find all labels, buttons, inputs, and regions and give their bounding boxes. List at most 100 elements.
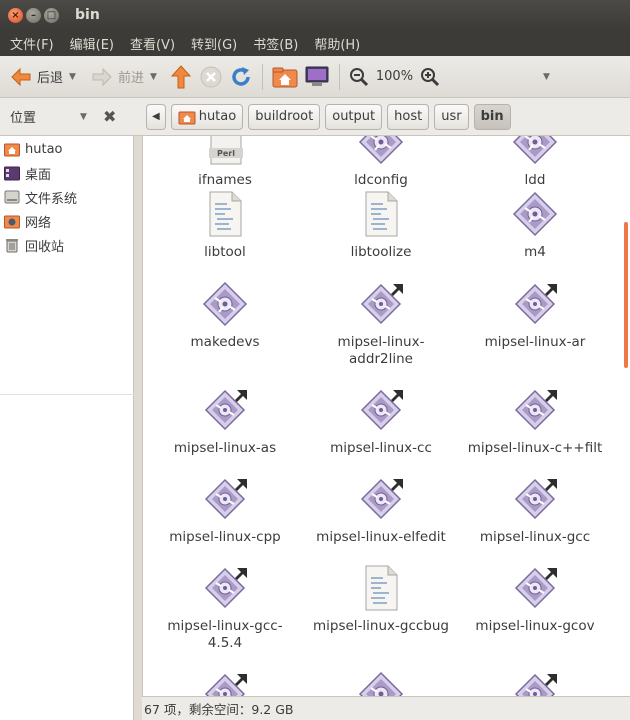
text-script-icon bbox=[357, 564, 405, 612]
menu-bookmarks[interactable]: 书签(B) bbox=[245, 34, 306, 53]
window-title: bin bbox=[75, 7, 100, 23]
sidebar-item-label: 文件系统 bbox=[25, 191, 78, 207]
file-item[interactable]: mipsel-linux-ar bbox=[457, 280, 613, 351]
sidebar-item-label: 网络 bbox=[25, 215, 52, 231]
executable-link-icon bbox=[511, 386, 559, 434]
file-item[interactable] bbox=[303, 670, 459, 696]
crumb-host[interactable]: host bbox=[387, 103, 430, 130]
file-item[interactable]: libtool bbox=[147, 190, 303, 261]
minimize-window-button[interactable]: – bbox=[26, 7, 41, 23]
crumb-usr[interactable]: usr bbox=[434, 103, 469, 130]
sidebar-item-network[interactable]: 网络 bbox=[0, 209, 133, 233]
title-bar: × – □ bin bbox=[0, 0, 630, 30]
path-bar: ◀ hutao buildroot output host usr bin bbox=[136, 98, 630, 136]
file-item[interactable]: mipsel-linux-cpp bbox=[147, 475, 303, 546]
sidebar-item-desktop[interactable]: 桌面 bbox=[0, 161, 133, 185]
home-folder-icon bbox=[4, 143, 20, 157]
crumb-bin[interactable]: bin bbox=[473, 103, 511, 130]
status-bar: 67 项，剩余空间：9.2 GB bbox=[142, 696, 630, 720]
reload-button[interactable] bbox=[226, 61, 256, 93]
toolbar-overflow-chevron-icon[interactable]: ▼ bbox=[543, 72, 550, 82]
back-label: 后退 bbox=[37, 71, 64, 86]
file-item[interactable] bbox=[457, 670, 613, 696]
up-button[interactable] bbox=[166, 61, 196, 93]
file-item[interactable]: mipsel-linux-cc bbox=[303, 386, 459, 457]
menu-help[interactable]: 帮助(H) bbox=[306, 34, 368, 53]
close-window-button[interactable]: × bbox=[8, 7, 23, 23]
menu-bar: 文件(F) 编辑(E) 查看(V) 转到(G) 书签(B) 帮助(H) bbox=[0, 30, 630, 56]
executable-icon bbox=[511, 136, 559, 166]
crumb-buildroot[interactable]: buildroot bbox=[248, 103, 321, 130]
menu-go[interactable]: 转到(G) bbox=[183, 34, 245, 53]
forward-arrow-icon bbox=[92, 67, 112, 86]
executable-icon bbox=[357, 136, 405, 166]
maximize-window-button[interactable]: □ bbox=[44, 7, 59, 23]
chevron-down-icon[interactable]: ▼ bbox=[80, 112, 87, 122]
crumb-home[interactable]: hutao bbox=[170, 103, 244, 130]
file-item[interactable]: Perl ifnames bbox=[147, 136, 303, 189]
file-item[interactable] bbox=[147, 670, 303, 696]
computer-icon bbox=[305, 66, 329, 86]
pane-splitter[interactable] bbox=[134, 136, 142, 720]
file-item[interactable]: ldd bbox=[457, 136, 613, 189]
file-item[interactable]: mipsel-linux-gcc-4.5.4 bbox=[147, 564, 303, 652]
file-item[interactable]: mipsel-linux-gcc bbox=[457, 475, 613, 546]
text-script-icon bbox=[357, 190, 405, 238]
crumb-label: bin bbox=[480, 109, 504, 124]
file-item[interactable]: ldconfig bbox=[303, 136, 459, 189]
sidebar-item-filesystem[interactable]: 文件系统 bbox=[0, 185, 133, 209]
menu-edit[interactable]: 编辑(E) bbox=[62, 34, 122, 53]
executable-link-icon bbox=[511, 670, 559, 696]
chevron-down-icon[interactable]: ▼ bbox=[150, 72, 157, 82]
back-button[interactable]: 后退 ▼ bbox=[6, 61, 79, 93]
executable-icon bbox=[201, 280, 249, 328]
menu-file[interactable]: 文件(F) bbox=[2, 34, 62, 53]
file-item[interactable]: mipsel-linux-gccbug bbox=[303, 564, 459, 635]
file-name: mipsel-linux-elfedit bbox=[316, 529, 446, 545]
file-name: mipsel-linux-as bbox=[173, 440, 277, 456]
file-item[interactable]: m4 bbox=[457, 190, 613, 261]
file-item[interactable]: mipsel-linux-c++filt bbox=[457, 386, 613, 457]
toolbar: 后退 ▼ 前进 ▼ 100% ▼ bbox=[0, 56, 630, 98]
path-scroll-left-button[interactable]: ◀ bbox=[146, 103, 166, 130]
file-item[interactable]: mipsel-linux-as bbox=[147, 386, 303, 457]
file-name: ifnames bbox=[198, 172, 252, 188]
home-button[interactable] bbox=[269, 61, 301, 93]
sidebar-item-label: 桌面 bbox=[25, 167, 52, 183]
sidebar-item-trash[interactable]: 回收站 bbox=[0, 233, 133, 257]
file-name: makedevs bbox=[190, 334, 260, 350]
text-script-icon bbox=[201, 190, 249, 238]
forward-label: 前进 bbox=[117, 71, 144, 86]
stop-button[interactable] bbox=[196, 61, 226, 93]
zoom-out-button[interactable] bbox=[346, 61, 372, 93]
menu-view[interactable]: 查看(V) bbox=[122, 34, 183, 53]
crumb-output[interactable]: output bbox=[325, 103, 383, 130]
sidebar-item-label: 回收站 bbox=[25, 239, 65, 255]
crumb-label: usr bbox=[441, 109, 462, 124]
desktop-icon bbox=[4, 166, 20, 181]
file-item[interactable]: mipsel-linux-elfedit bbox=[303, 475, 459, 546]
file-item[interactable]: mipsel-linux-gcov bbox=[457, 564, 613, 635]
file-item[interactable]: libtoolize bbox=[303, 190, 459, 261]
zoom-level: 100% bbox=[375, 69, 414, 84]
sidebar-mode-label[interactable]: 位置 bbox=[10, 107, 36, 126]
chevron-down-icon[interactable]: ▼ bbox=[69, 72, 76, 82]
trash-icon bbox=[6, 239, 18, 253]
file-name: libtoolize bbox=[350, 244, 412, 260]
file-item[interactable]: makedevs bbox=[147, 280, 303, 351]
computer-button[interactable] bbox=[301, 61, 333, 93]
close-sidebar-icon[interactable]: ✖ bbox=[103, 107, 116, 126]
file-name: mipsel-linux-cc bbox=[330, 440, 432, 456]
vertical-scrollbar-thumb[interactable] bbox=[624, 222, 628, 368]
sidebar-divider bbox=[0, 394, 134, 395]
chevron-left-icon: ◀ bbox=[152, 111, 160, 122]
forward-button[interactable]: 前进 ▼ bbox=[87, 61, 160, 93]
crumb-label: host bbox=[394, 109, 423, 124]
file-name: mipsel-linux-cpp bbox=[169, 529, 281, 545]
zoom-in-button[interactable] bbox=[417, 61, 443, 93]
zoom-out-icon bbox=[349, 67, 368, 86]
file-item[interactable]: mipsel-linux-addr2line bbox=[303, 280, 459, 368]
sidebar-item-hutao[interactable]: hutao bbox=[0, 137, 133, 161]
executable-link-icon bbox=[201, 564, 249, 612]
sidebar: hutao 桌面 文件系统 网络 回收站 bbox=[0, 136, 134, 720]
